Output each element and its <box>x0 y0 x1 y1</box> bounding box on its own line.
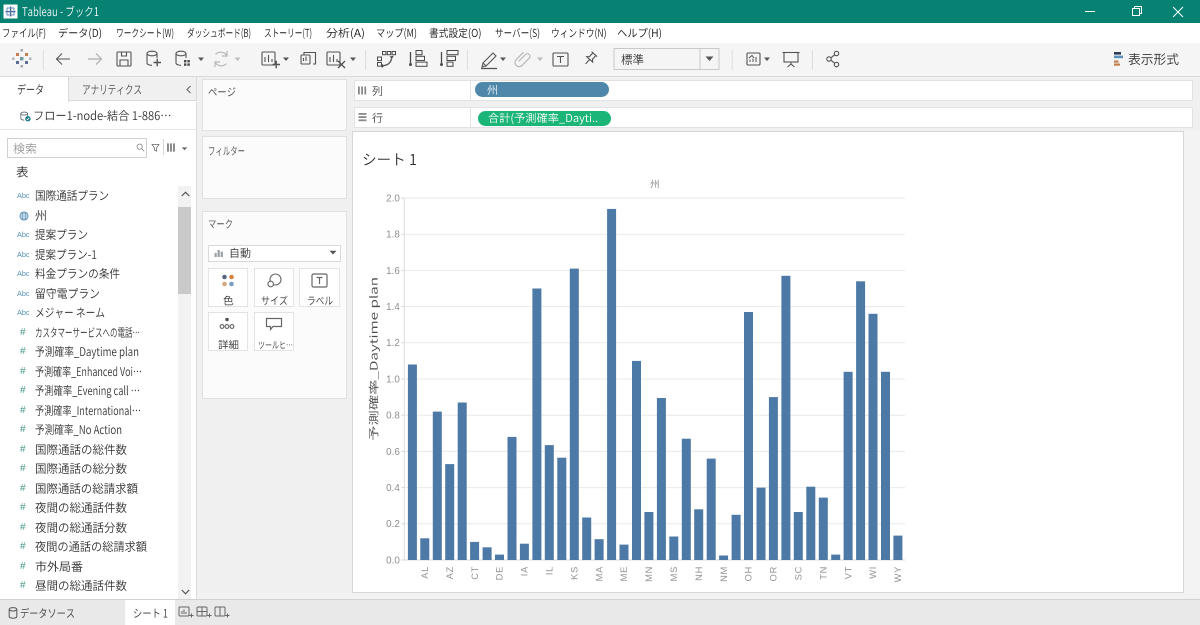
svg-text:1.2: 1.2 <box>386 338 400 349</box>
svg-text:MN: MN <box>644 566 654 582</box>
svg-text:TN: TN <box>818 566 828 580</box>
svg-text:VT: VT <box>843 566 853 579</box>
svg-text:1.0: 1.0 <box>386 374 400 385</box>
svg-text:AZ: AZ <box>445 566 455 579</box>
svg-text:SC: SC <box>794 566 804 580</box>
svg-text:NM: NM <box>719 566 729 582</box>
svg-text:1.6: 1.6 <box>386 266 400 277</box>
svg-text:2.0: 2.0 <box>386 193 400 204</box>
svg-text:0.2: 0.2 <box>386 519 400 530</box>
svg-text:1.4: 1.4 <box>386 302 400 313</box>
svg-text:MS: MS <box>669 566 679 581</box>
svg-text:DE: DE <box>495 566 505 580</box>
svg-text:OH: OH <box>744 566 754 581</box>
svg-text:IA: IA <box>520 566 530 576</box>
svg-text:NH: NH <box>694 566 704 581</box>
svg-text:0.8: 0.8 <box>386 411 400 422</box>
svg-text:1.8: 1.8 <box>386 230 400 241</box>
svg-text:AL: AL <box>420 566 430 579</box>
svg-text:0.4: 0.4 <box>386 483 400 494</box>
svg-text:0.0: 0.0 <box>386 555 400 566</box>
svg-text:KS: KS <box>569 566 579 580</box>
svg-text:0.6: 0.6 <box>386 447 400 458</box>
svg-text:MA: MA <box>594 566 604 581</box>
svg-text:OR: OR <box>769 566 779 581</box>
svg-text:CT: CT <box>470 566 480 580</box>
svg-text:WY: WY <box>893 566 903 582</box>
svg-text:WI: WI <box>868 566 878 579</box>
svg-text:ME: ME <box>619 566 629 581</box>
svg-text:IL: IL <box>545 566 555 575</box>
